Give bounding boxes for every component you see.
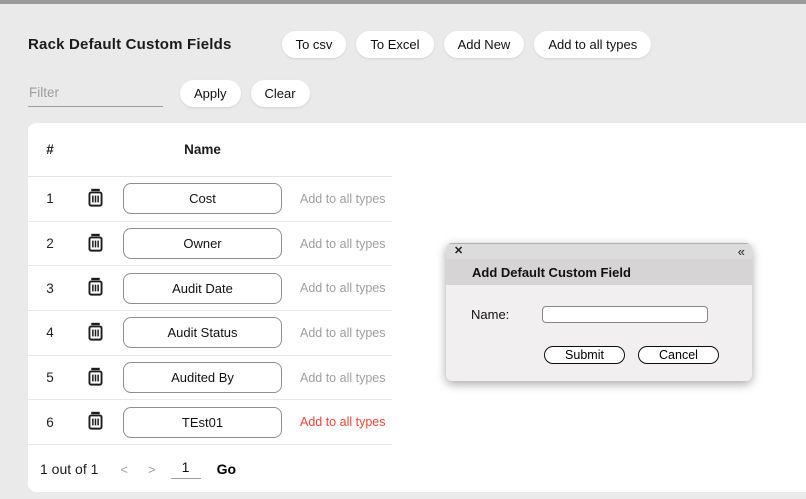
- modal-buttons: Submit Cancel: [544, 346, 752, 364]
- delete-button[interactable]: [86, 278, 104, 298]
- column-header-number: #: [40, 142, 60, 157]
- row-number: 2: [40, 236, 60, 251]
- add-to-all-types-link[interactable]: Add to all types: [300, 281, 385, 295]
- name-input[interactable]: [123, 407, 282, 438]
- name-input[interactable]: [123, 183, 282, 214]
- filter-input[interactable]: [28, 81, 163, 107]
- pagination-summary: 1 out of 1: [40, 461, 98, 477]
- add-to-all-types-link[interactable]: Add to all types: [300, 415, 385, 429]
- table-row: 4 Add to all types: [28, 311, 392, 356]
- trash-icon: [87, 322, 104, 344]
- modal-name-input[interactable]: [542, 306, 708, 323]
- modal-name-row: Name:: [471, 306, 752, 323]
- to-excel-button[interactable]: To Excel: [356, 31, 433, 58]
- table-row: 2 Add to all types: [28, 222, 392, 267]
- add-to-all-types-link[interactable]: Add to all types: [300, 326, 385, 340]
- add-default-custom-field-modal: ✕ « Add Default Custom Field Name: Submi…: [446, 243, 752, 381]
- delete-button[interactable]: [86, 189, 104, 209]
- modal-topbar: ✕ «: [446, 243, 752, 259]
- name-input[interactable]: [123, 362, 282, 393]
- modal-title: Add Default Custom Field: [446, 259, 752, 285]
- delete-button[interactable]: [86, 412, 104, 432]
- name-input[interactable]: [123, 273, 282, 304]
- page-title: Rack Default Custom Fields: [28, 36, 232, 53]
- cancel-button[interactable]: Cancel: [638, 346, 719, 364]
- top-divider-strip: [0, 0, 806, 4]
- name-field-label: Name:: [471, 307, 509, 322]
- prev-page-button[interactable]: <: [120, 462, 128, 477]
- table-row: 5 Add to all types: [28, 356, 392, 401]
- add-to-all-types-link[interactable]: Add to all types: [300, 192, 385, 206]
- custom-fields-table: # Name 1 Add to all types 2 Add to all t…: [28, 123, 392, 445]
- close-icon[interactable]: ✕: [454, 246, 463, 257]
- row-number: 3: [40, 281, 60, 296]
- table-row: 6 Add to all types: [28, 400, 392, 445]
- delete-button[interactable]: [86, 323, 104, 343]
- add-to-all-types-button[interactable]: Add to all types: [534, 31, 651, 58]
- go-button[interactable]: Go: [217, 461, 236, 477]
- row-number: 1: [40, 191, 60, 206]
- trash-icon: [87, 188, 104, 210]
- pagination-bar: 1 out of 1 < > Go: [40, 459, 236, 479]
- row-number: 5: [40, 370, 60, 385]
- delete-button[interactable]: [86, 368, 104, 388]
- collapse-icon[interactable]: «: [738, 245, 744, 258]
- delete-button[interactable]: [86, 234, 104, 254]
- row-number: 6: [40, 415, 60, 430]
- column-header-name: Name: [123, 142, 282, 157]
- table-row: 1 Add to all types: [28, 177, 392, 222]
- toolbar: To csv To Excel Add New Add to all types: [282, 31, 652, 58]
- clear-button[interactable]: Clear: [251, 80, 310, 107]
- table-header: # Name: [28, 123, 392, 177]
- trash-icon: [87, 367, 104, 389]
- next-page-button[interactable]: >: [148, 462, 156, 477]
- trash-icon: [87, 233, 104, 255]
- add-new-button[interactable]: Add New: [444, 31, 525, 58]
- modal-body: Name: Submit Cancel: [446, 285, 752, 381]
- page-number-input[interactable]: [171, 459, 201, 479]
- filter-bar: Apply Clear: [28, 80, 310, 107]
- name-input[interactable]: [123, 317, 282, 348]
- trash-icon: [87, 277, 104, 299]
- submit-button[interactable]: Submit: [544, 346, 625, 364]
- trash-icon: [87, 411, 104, 433]
- page-header: Rack Default Custom Fields To csv To Exc…: [28, 31, 651, 58]
- to-csv-button[interactable]: To csv: [282, 31, 347, 58]
- add-to-all-types-link[interactable]: Add to all types: [300, 371, 385, 385]
- row-number: 4: [40, 325, 60, 340]
- table-row: 3 Add to all types: [28, 266, 392, 311]
- apply-button[interactable]: Apply: [180, 80, 241, 107]
- name-input[interactable]: [123, 228, 282, 259]
- add-to-all-types-link[interactable]: Add to all types: [300, 237, 385, 251]
